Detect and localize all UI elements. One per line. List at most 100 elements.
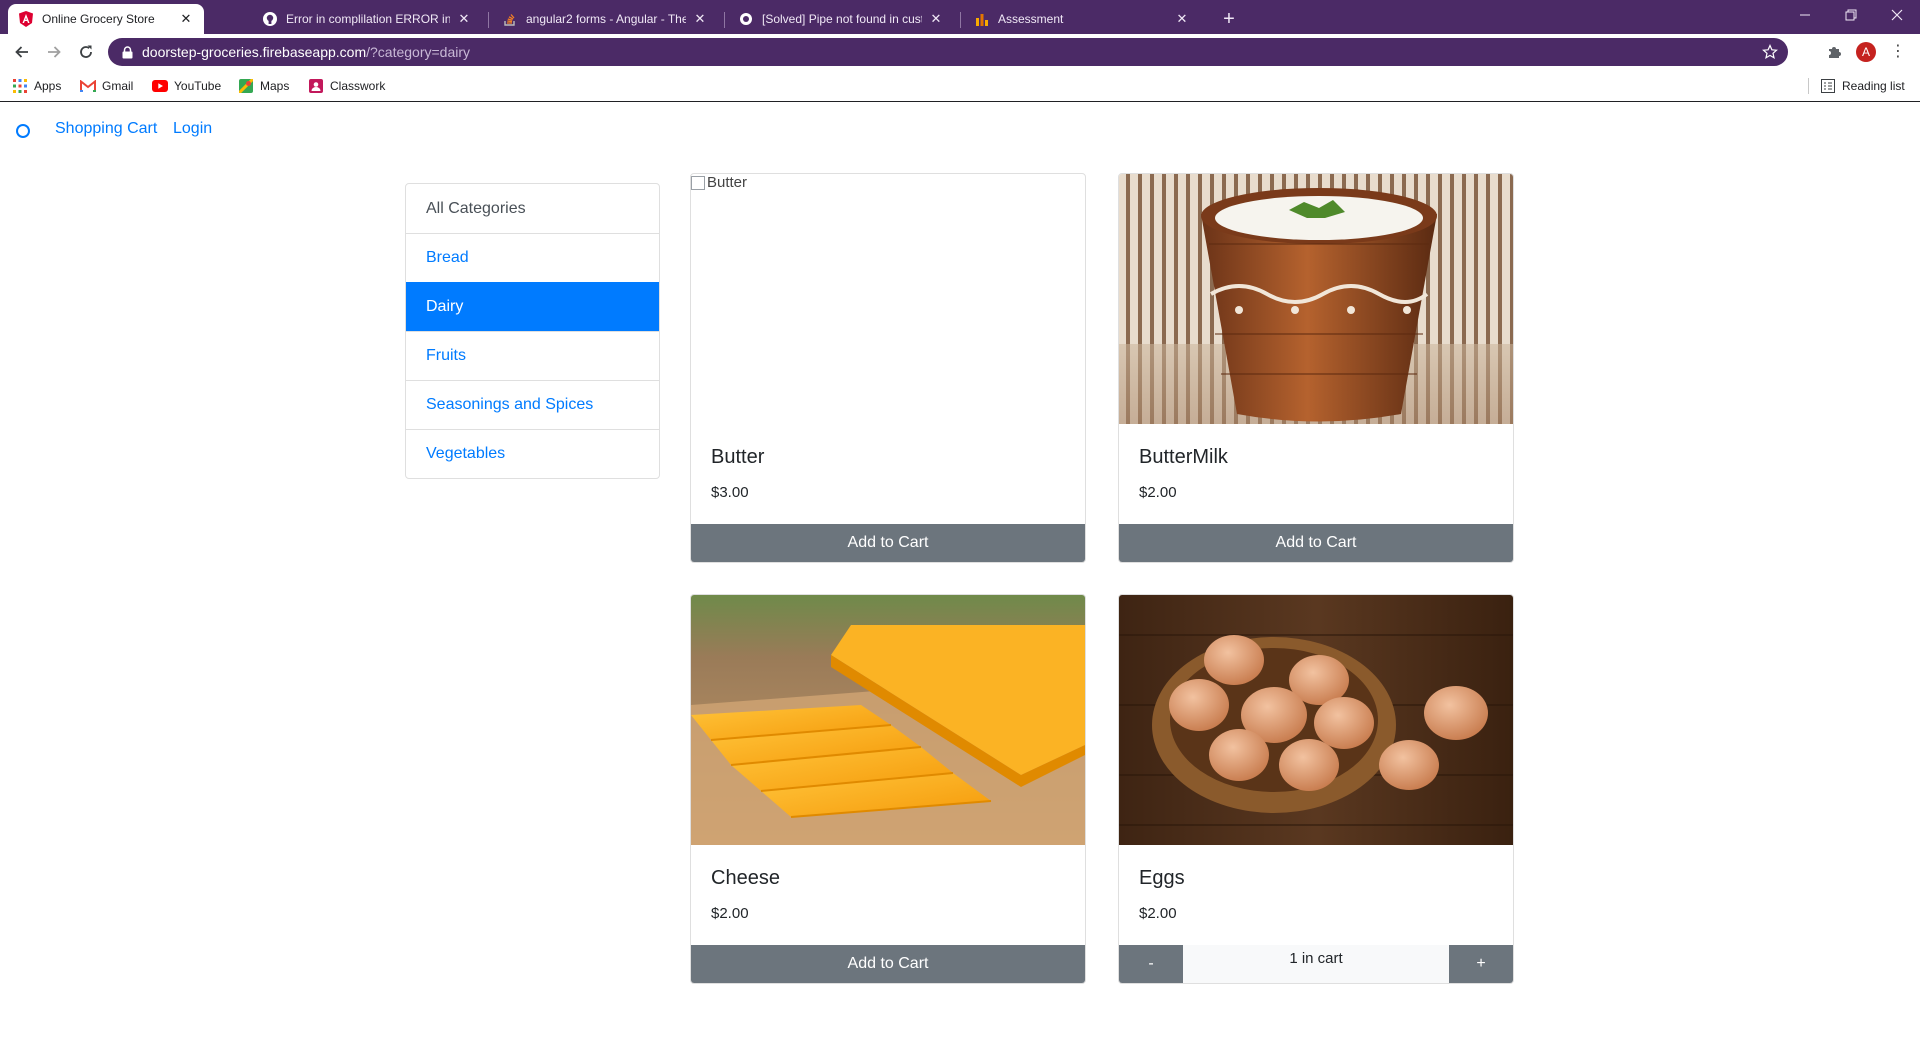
- tab-separator: [724, 12, 725, 28]
- product-card: Butter Butter $3.00 Add to Cart: [690, 173, 1086, 563]
- image-alt-text: Butter: [707, 174, 748, 191]
- tab-online-grocery-store[interactable]: Online Grocery Store ✕: [8, 4, 204, 34]
- product-card: Eggs $2.00 - 1 in cart +: [1118, 594, 1514, 984]
- close-icon[interactable]: ✕: [1174, 11, 1190, 27]
- close-icon[interactable]: ✕: [178, 11, 194, 27]
- tab-title: [Solved] Pipe not found in custor: [762, 12, 922, 26]
- bookmark-maps[interactable]: Maps: [238, 77, 289, 95]
- stackoverflow-icon: [502, 11, 518, 27]
- broken-image-icon: [691, 175, 705, 190]
- github-icon: [262, 11, 278, 27]
- tab-separator: [960, 12, 961, 28]
- close-icon: [1891, 9, 1903, 21]
- nav-shopping-cart-link[interactable]: Shopping Cart: [55, 120, 157, 138]
- category-all[interactable]: All Categories: [406, 184, 659, 233]
- bookmark-youtube[interactable]: YouTube: [152, 77, 221, 95]
- maps-icon: [238, 78, 254, 94]
- new-tab-button[interactable]: +: [1216, 6, 1242, 32]
- category-fruits[interactable]: Fruits: [406, 331, 659, 380]
- app-navbar: Shopping Cart Login: [0, 102, 1920, 158]
- broken-image: Butter: [691, 174, 747, 191]
- tab-angular2-forms[interactable]: angular2 forms - Angular - There ✕: [492, 4, 718, 34]
- classroom-icon: [308, 78, 324, 94]
- url-host: doorstep-groceries.firebaseapp.com: [142, 44, 367, 60]
- tab-separator: [488, 12, 489, 28]
- profile-avatar[interactable]: A: [1856, 42, 1876, 62]
- youtube-icon: [152, 78, 168, 94]
- tab-title: Assessment: [998, 12, 1064, 26]
- bookmark-classwork[interactable]: Classwork: [308, 77, 385, 95]
- cart-quantity-text: 1 in cart: [1183, 945, 1449, 983]
- decrease-quantity-button[interactable]: -: [1119, 945, 1183, 983]
- address-bar[interactable]: doorstep-groceries.firebaseapp.com/?cate…: [108, 38, 1788, 66]
- bookmark-label: Classwork: [330, 79, 386, 93]
- product-price: $2.00: [711, 905, 749, 922]
- reload-button[interactable]: [72, 38, 100, 66]
- apps-grid-icon: [12, 78, 28, 94]
- bookmark-label: Apps: [34, 79, 62, 93]
- bookmark-label: Gmail: [102, 79, 134, 93]
- close-window-button[interactable]: [1874, 0, 1920, 30]
- category-bread[interactable]: Bread: [406, 233, 659, 282]
- category-list: All Categories Bread Dairy Fruits Season…: [405, 183, 660, 479]
- product-image-eggs: [1119, 595, 1513, 845]
- brand-logo-icon[interactable]: [16, 124, 30, 138]
- quantity-stepper: - 1 in cart +: [1119, 945, 1513, 983]
- browser-tab-strip: Online Grocery Store ✕ Error in complila…: [0, 0, 1920, 34]
- extensions-puzzle-icon[interactable]: [1824, 42, 1844, 62]
- product-image-buttermilk: [1119, 174, 1513, 424]
- add-to-cart-button[interactable]: Add to Cart: [691, 945, 1085, 983]
- category-vegetables[interactable]: Vegetables: [406, 429, 659, 478]
- category-seasonings-and-spices[interactable]: Seasonings and Spices: [406, 380, 659, 429]
- minimize-icon: [1800, 14, 1810, 16]
- increase-quantity-button[interactable]: +: [1449, 945, 1513, 983]
- product-title: Butter: [711, 446, 765, 468]
- bookmark-star-icon[interactable]: [1762, 44, 1778, 60]
- add-to-cart-button[interactable]: Add to Cart: [1119, 524, 1513, 562]
- product-title: Eggs: [1139, 867, 1185, 889]
- product-title: Cheese: [711, 867, 780, 889]
- url-text: doorstep-groceries.firebaseapp.com/?cate…: [142, 44, 470, 60]
- bookmarks-bar: Apps Gmail YouTube Maps Classwork Readin…: [0, 70, 1920, 102]
- category-dairy[interactable]: Dairy: [406, 282, 659, 331]
- forward-arrow-icon: [48, 46, 61, 58]
- nav-login-link[interactable]: Login: [173, 120, 212, 138]
- tab-assessment[interactable]: Assessment ✕: [964, 4, 1200, 34]
- minimize-button[interactable]: [1782, 0, 1828, 30]
- product-image-cheese: [691, 595, 1085, 845]
- tab-solved-pipe[interactable]: [Solved] Pipe not found in custor ✕: [728, 4, 954, 34]
- bookmarks-divider: [1808, 78, 1809, 94]
- close-icon[interactable]: ✕: [456, 11, 472, 27]
- add-to-cart-button[interactable]: Add to Cart: [691, 524, 1085, 562]
- close-icon[interactable]: ✕: [928, 11, 944, 27]
- reload-icon: [80, 45, 92, 58]
- product-price: $2.00: [1139, 484, 1177, 501]
- restore-button[interactable]: [1828, 0, 1874, 30]
- product-card: Cheese $2.00 Add to Cart: [690, 594, 1086, 984]
- product-price: $2.00: [1139, 905, 1177, 922]
- bookmark-gmail[interactable]: Gmail: [80, 77, 133, 95]
- forward-button[interactable]: [40, 38, 68, 66]
- url-path: /?category=dairy: [366, 44, 471, 60]
- angular-icon: [18, 11, 34, 27]
- tab-title: Online Grocery Store: [42, 12, 155, 26]
- bookmark-apps[interactable]: Apps: [12, 77, 61, 95]
- product-card: ButterMilk $2.00 Add to Cart: [1118, 173, 1514, 563]
- reading-list-label: Reading list: [1842, 79, 1905, 93]
- gmail-icon: [80, 78, 96, 94]
- bookmark-label: Maps: [260, 79, 290, 93]
- tab-title: Error in complilation ERROR in nc: [286, 12, 450, 26]
- reading-list-button[interactable]: Reading list: [1820, 77, 1905, 95]
- product-price: $3.00: [711, 484, 749, 501]
- back-button[interactable]: [8, 38, 36, 66]
- browser-toolbar: doorstep-groceries.firebaseapp.com/?cate…: [0, 34, 1920, 70]
- lock-icon: [120, 45, 134, 59]
- close-icon[interactable]: ✕: [692, 11, 708, 27]
- tab-title: angular2 forms - Angular - There: [526, 12, 686, 26]
- product-image-butter: Butter: [691, 174, 1085, 424]
- chart-icon: [974, 11, 990, 27]
- browser-menu-icon[interactable]: ⋮: [1888, 42, 1908, 62]
- solved-icon: [738, 11, 754, 27]
- restore-icon: [1845, 9, 1857, 21]
- tab-github-error[interactable]: Error in complilation ERROR in nc ✕: [252, 4, 482, 34]
